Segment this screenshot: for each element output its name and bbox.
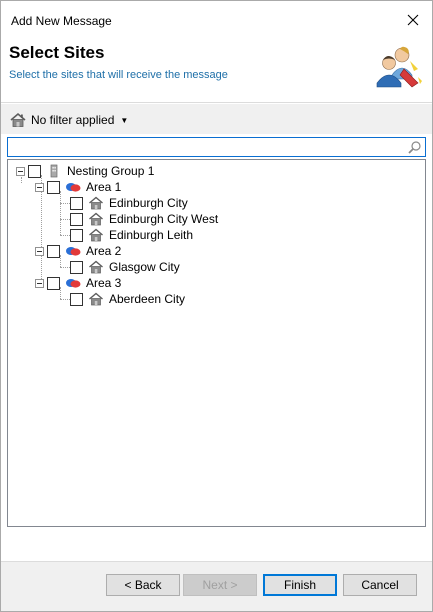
search-input[interactable] <box>10 139 400 155</box>
tree-node-label: Area 1 <box>86 180 122 194</box>
house-icon <box>88 211 104 227</box>
sites-tree[interactable]: Nesting Group 1 Area 1 Edinburgh City Ed… <box>7 159 426 527</box>
house-icon <box>88 259 104 275</box>
tree-node-site[interactable]: Aberdeen City <box>70 291 185 307</box>
page-subtitle: Select the sites that will receive the m… <box>9 69 228 81</box>
tree-connector <box>60 235 70 236</box>
tree-connector <box>60 203 70 204</box>
house-icon <box>88 195 104 211</box>
close-icon <box>407 14 419 26</box>
tree-connector <box>60 299 70 300</box>
area-2-checkbox[interactable] <box>47 244 60 258</box>
tree-node-site[interactable]: Edinburgh City West <box>70 211 218 227</box>
building-icon <box>46 163 62 179</box>
tree-node-label: Area 2 <box>86 244 122 258</box>
next-button[interactable]: Next > <box>183 574 257 596</box>
back-button[interactable]: < Back <box>106 574 180 596</box>
site-checkbox[interactable] <box>70 292 83 306</box>
dialog-window: Add New Message Select Sites Select the … <box>0 0 433 612</box>
collapse-icon[interactable] <box>35 246 44 256</box>
site-checkbox[interactable] <box>70 260 83 274</box>
collapse-icon[interactable] <box>35 278 44 288</box>
filter-toolbar: No filter applied ▼ <box>1 104 432 134</box>
house-icon <box>88 227 104 243</box>
house-icon <box>10 112 26 127</box>
tree-node-label: Aberdeen City <box>109 292 186 306</box>
site-checkbox[interactable] <box>70 196 83 210</box>
collapse-icon[interactable] <box>16 166 25 176</box>
tree-node-label: Edinburgh City West <box>109 212 219 226</box>
nesting-group-checkbox[interactable] <box>28 164 41 178</box>
tree-node-label: Area 3 <box>86 276 122 290</box>
area-3-checkbox[interactable] <box>47 276 60 290</box>
tree-node-area-1[interactable]: Area 1 <box>35 179 121 195</box>
page-title: Select Sites <box>9 43 105 62</box>
tree-node-site[interactable]: Edinburgh City <box>70 195 188 211</box>
tree-node-site[interactable]: Edinburgh Leith <box>70 227 193 243</box>
tree-connector <box>60 191 61 235</box>
site-checkbox[interactable] <box>70 228 83 242</box>
cancel-button[interactable]: Cancel <box>343 574 417 596</box>
search-icon[interactable] <box>407 140 422 155</box>
tree-node-label: Glasgow City <box>109 260 180 274</box>
tree-node-label: Nesting Group 1 <box>67 164 155 178</box>
wizard-footer: < Back Next > Finish Cancel <box>1 562 432 611</box>
window-title: Add New Message <box>11 14 112 28</box>
close-button[interactable] <box>402 9 424 31</box>
filter-dropdown-button[interactable]: No filter applied ▼ <box>9 110 128 130</box>
tree-node-label: Edinburgh Leith <box>109 228 194 242</box>
area-blobs-icon <box>65 243 81 259</box>
tree-node-area-2[interactable]: Area 2 <box>35 243 121 259</box>
wizard-header: Select Sites Select the sites that will … <box>1 39 432 103</box>
tree-node-site[interactable]: Glasgow City <box>70 259 180 275</box>
finish-button[interactable]: Finish <box>263 574 337 596</box>
area-1-checkbox[interactable] <box>47 180 60 194</box>
tree-connector <box>60 267 70 268</box>
site-checkbox[interactable] <box>70 212 83 226</box>
area-blobs-icon <box>65 275 81 291</box>
tree-node-label: Edinburgh City <box>109 196 188 210</box>
chevron-down-icon: ▼ <box>120 115 129 125</box>
search-box[interactable] <box>7 137 426 157</box>
users-message-icon <box>376 46 422 88</box>
area-blobs-icon <box>65 179 81 195</box>
tree-connector <box>60 219 70 220</box>
collapse-icon[interactable] <box>35 182 44 192</box>
house-icon <box>88 291 104 307</box>
tree-node-nesting-group[interactable]: Nesting Group 1 <box>16 163 154 179</box>
tree-node-area-3[interactable]: Area 3 <box>35 275 121 291</box>
title-bar[interactable]: Add New Message <box>1 1 432 39</box>
filter-label: No filter applied <box>31 113 115 127</box>
